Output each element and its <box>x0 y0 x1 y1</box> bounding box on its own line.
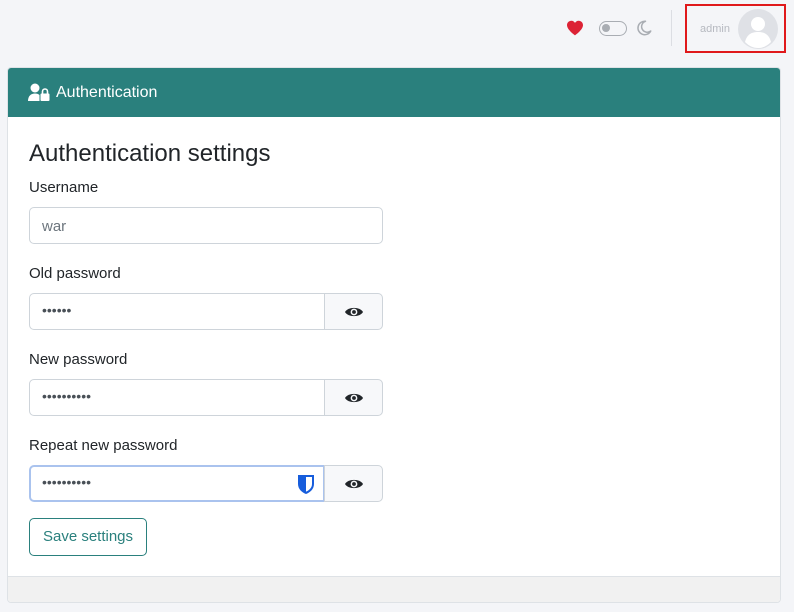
show-repeat-password-button[interactable] <box>324 465 383 502</box>
toggle-knob <box>602 24 610 32</box>
old-password-value: •••••• <box>42 302 72 318</box>
user-menu[interactable]: admin <box>685 4 786 53</box>
eye-icon <box>345 479 363 489</box>
show-new-password-button[interactable] <box>324 379 383 416</box>
repeat-password-input[interactable]: •••••••••• <box>29 465 325 502</box>
username-value: war <box>42 218 67 235</box>
user-lock-icon <box>28 83 50 101</box>
top-bar: admin <box>0 0 794 56</box>
new-password-input[interactable]: •••••••••• <box>29 379 325 416</box>
eye-icon <box>345 393 363 403</box>
theme-toggle[interactable] <box>599 21 627 36</box>
repeat-password-value: •••••••••• <box>42 474 92 490</box>
old-password-input[interactable]: •••••• <box>29 293 325 330</box>
section-title: Authentication settings <box>29 140 271 167</box>
repeat-password-label: Repeat new password <box>29 437 178 454</box>
new-password-value: •••••••••• <box>42 388 92 404</box>
heart-icon[interactable] <box>566 20 584 36</box>
authentication-card: Authentication Authentication settings U… <box>7 67 781 603</box>
user-name: admin <box>700 23 730 35</box>
topbar-divider <box>671 10 672 46</box>
save-settings-button[interactable]: Save settings <box>29 518 147 556</box>
card-header-title: Authentication <box>56 84 158 101</box>
new-password-label: New password <box>29 351 128 368</box>
bitwarden-shield-icon[interactable] <box>297 474 315 495</box>
show-old-password-button[interactable] <box>324 293 383 330</box>
card-header: Authentication <box>8 68 780 117</box>
username-label: Username <box>29 179 99 196</box>
username-input[interactable]: war <box>29 207 383 244</box>
moon-icon <box>637 20 652 36</box>
card-footer <box>8 576 780 602</box>
eye-icon <box>345 307 363 317</box>
user-avatar-icon[interactable] <box>738 9 778 49</box>
old-password-label: Old password <box>29 265 121 282</box>
